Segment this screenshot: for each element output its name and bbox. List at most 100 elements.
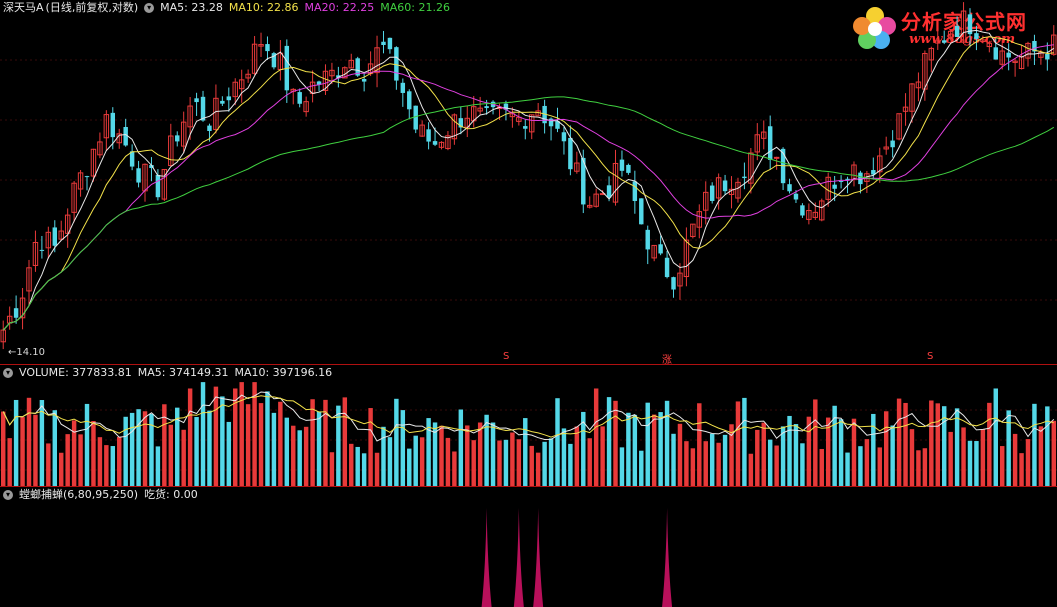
candle-body-down: [658, 244, 663, 254]
volume-bar: [935, 403, 940, 486]
volume-bar: [381, 426, 386, 486]
volume-bar: [993, 388, 998, 486]
candle-body-down: [645, 229, 650, 250]
candle-body-down: [110, 112, 116, 138]
volume-bar: [690, 448, 696, 486]
volume-bar: [954, 408, 960, 486]
ma10-line: [2, 36, 1054, 331]
volume-bar: [129, 412, 135, 486]
volume-bar: [291, 425, 296, 486]
volume-bar: [400, 410, 406, 486]
volume-bar: [632, 414, 638, 486]
volume-bar: [909, 429, 915, 486]
volume-bar: [497, 440, 502, 486]
volume-bar: [677, 423, 683, 486]
candle-body-down: [432, 141, 438, 145]
volume-bar: [245, 404, 251, 486]
volume-bar: [510, 432, 515, 486]
candle-body-down: [832, 184, 837, 189]
volume-bar: [316, 411, 322, 486]
volume-bar: [239, 382, 244, 486]
volume-bar: [1019, 453, 1024, 486]
candle-body-down: [606, 185, 612, 198]
volume-bar: [361, 453, 367, 486]
volume-bar: [104, 445, 109, 486]
volume-bar: [220, 396, 225, 486]
volume-bar: [284, 417, 290, 486]
candle-body-down: [974, 33, 979, 39]
volume-bar: [742, 397, 747, 486]
volume-bar: [606, 397, 612, 486]
volume-bar: [709, 433, 715, 486]
volume-bar: [59, 452, 64, 486]
volume-bar: [600, 426, 605, 486]
candle-body-down: [993, 47, 998, 60]
volume-bar: [271, 412, 277, 486]
volume-bar: [207, 410, 212, 486]
indicator-spike: [513, 508, 524, 607]
volume-bar: [142, 411, 148, 486]
volume-bar: [503, 439, 509, 486]
volume-bar: [226, 421, 232, 486]
volume-bar: [84, 403, 90, 486]
volume-bar: [735, 401, 741, 486]
volume-bar: [20, 417, 25, 486]
volume-bar: [639, 450, 644, 486]
volume-bar: [542, 441, 547, 486]
candle-body-down: [484, 106, 489, 109]
indicator-spike: [662, 508, 673, 607]
volume-bar: [258, 403, 264, 486]
candle-body-down: [787, 184, 792, 192]
volume-bar: [703, 441, 708, 486]
candle-body-down: [523, 126, 528, 129]
candle-body-down: [793, 193, 799, 200]
volume-bar: [664, 400, 670, 486]
candle-body-down: [297, 92, 302, 104]
volume-bar: [78, 434, 83, 486]
volume-bar: [929, 400, 934, 486]
volume-bar: [722, 434, 728, 486]
volume-bar: [187, 388, 193, 486]
volume-bar: [980, 429, 986, 486]
candle-body-down: [220, 100, 225, 104]
volume-bar: [883, 411, 889, 486]
candle-body-down: [136, 168, 141, 183]
indicator-spike: [481, 508, 492, 607]
volume-bar: [516, 439, 522, 486]
candle-body-down: [890, 140, 895, 148]
volume-bar: [548, 438, 554, 486]
volume-bar: [961, 427, 966, 486]
volume-bar: [619, 447, 625, 486]
stock-chart[interactable]: [0, 0, 1057, 607]
candle-body-down: [941, 40, 947, 43]
volume-bar: [1006, 410, 1011, 486]
volume-bar: [419, 437, 425, 486]
candle-body-down: [194, 98, 199, 103]
volume-bar: [671, 433, 676, 486]
indicator-spike: [533, 508, 544, 607]
volume-bar: [780, 426, 786, 486]
candle-body-down: [175, 135, 180, 142]
candle-body-down: [561, 132, 567, 142]
volume-bar: [800, 443, 805, 486]
volume-bar: [310, 399, 315, 486]
candle-body-down: [13, 308, 19, 318]
volume-bar: [890, 425, 895, 486]
candle-body-up: [773, 156, 780, 159]
candle-body-down: [129, 151, 135, 167]
volume-bar: [33, 414, 38, 486]
volume-bar: [181, 429, 186, 486]
candle-body-down: [387, 37, 393, 50]
volume-bar: [355, 446, 360, 486]
volume-bar: [413, 435, 418, 486]
volume-bar: [136, 409, 141, 486]
volume-bar: [97, 437, 103, 486]
volume-bar: [65, 434, 70, 486]
volume-bar: [1012, 433, 1018, 486]
volume-bar: [265, 391, 270, 486]
volume-bar: [974, 441, 979, 486]
volume-bar: [1038, 426, 1044, 486]
volume-bar: [349, 443, 354, 486]
volume-bar: [684, 441, 689, 486]
volume-bar: [896, 398, 902, 486]
